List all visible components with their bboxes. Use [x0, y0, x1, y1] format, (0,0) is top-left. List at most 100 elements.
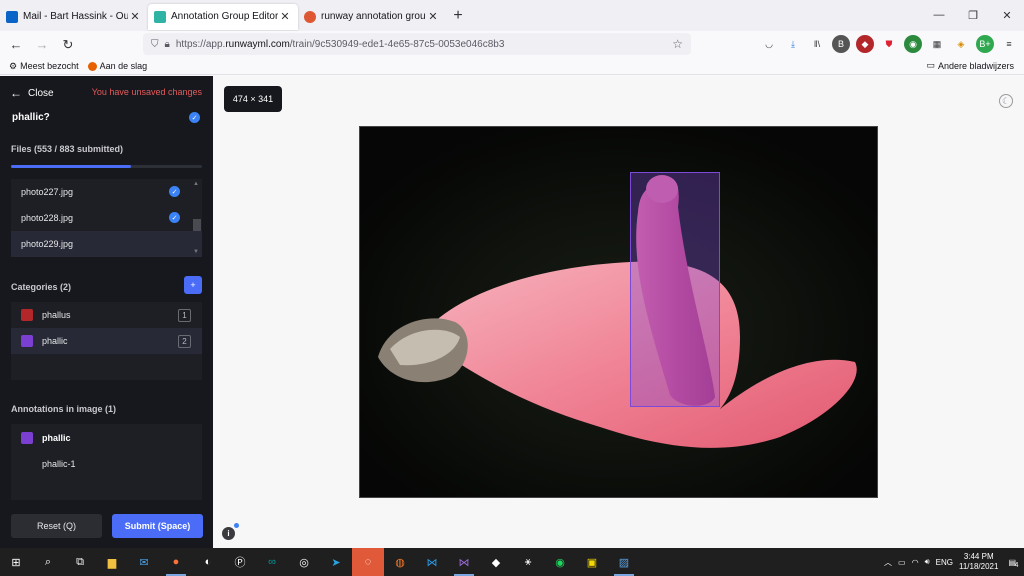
category-item-phallus[interactable]: phallus 1: [11, 302, 202, 328]
tab-title: Mail - Bart Hassink - Outlook: [23, 11, 128, 22]
scroll-up-icon[interactable]: ▲: [193, 181, 199, 187]
url-bar[interactable]: ⛉ 🔒︎ https://app. runwayml.com/train/9c53…: [143, 33, 691, 55]
annotations-heading: Annotations in image (1): [11, 404, 117, 414]
steam-icon[interactable]: ◐: [192, 548, 224, 576]
file-explorer-icon[interactable]: ▆: [96, 548, 128, 576]
file-row[interactable]: photo228.jpg ✓: [11, 205, 202, 231]
file-list-scrollbar[interactable]: ▲ ▼: [191, 179, 202, 257]
category-hotkey: 2: [178, 335, 191, 348]
app-bug-icon[interactable]: ⚹: [512, 548, 544, 576]
download-icon[interactable]: ⤓: [784, 35, 802, 53]
privacy-badger-icon[interactable]: ⛊: [880, 35, 898, 53]
obs-icon[interactable]: ◎: [288, 548, 320, 576]
chevron-up-icon[interactable]: ︿: [884, 557, 892, 568]
category-color-swatch: [21, 309, 33, 321]
restore-icon[interactable]: ❐: [956, 0, 990, 30]
wifi-icon[interactable]: ◠: [912, 558, 919, 567]
shield-icon[interactable]: ⛉: [151, 39, 159, 50]
extension-plus-icon[interactable]: B+: [976, 35, 994, 53]
forward-arrow-icon[interactable]: →: [29, 37, 55, 52]
bookmark-star-icon[interactable]: ☆: [672, 37, 683, 51]
back-arrow-icon[interactable]: ←: [3, 37, 29, 52]
file-row-selected[interactable]: photo229.jpg: [11, 231, 202, 257]
bookmark-getting-started[interactable]: Aan de slag: [87, 61, 147, 71]
image-dimensions-badge: 474 × 341: [224, 86, 282, 112]
scroll-down-icon[interactable]: ▼: [193, 249, 199, 255]
library-icon[interactable]: ‖\: [808, 35, 826, 53]
volume-icon[interactable]: 🔊︎: [925, 557, 930, 567]
category-item-phallic[interactable]: phallic 2: [11, 328, 202, 354]
mail-icon[interactable]: ✉: [128, 548, 160, 576]
task-view-icon[interactable]: ⧉: [64, 548, 96, 576]
windows-taskbar: ⊞ ⌕ ⧉ ▆ ✉ ● ◐ Ⓟ ∞ ◎ ➤ ◌ ◍ ⋈ ⋈ ◆ ⚹ ◉ ▣ ▨ …: [0, 548, 1024, 576]
categories-heading: Categories (2): [11, 282, 72, 292]
system-tray: ︿ ▭ ◠ 🔊︎ ENG 3:44 PM 11/18/2021 ▤ 4: [884, 548, 1024, 576]
annotation-bounding-box[interactable]: [630, 172, 720, 407]
app-p-icon[interactable]: Ⓟ: [224, 548, 256, 576]
vscode-icon[interactable]: ⋈: [416, 548, 448, 576]
tab-outlook-mail[interactable]: Mail - Bart Hassink - Outlook ✕: [0, 4, 148, 30]
telegram-icon[interactable]: ➤: [320, 548, 352, 576]
reset-button[interactable]: Reset (Q): [11, 514, 102, 538]
anthurium-flower-image: [360, 127, 877, 497]
app-badge-icon[interactable]: ◌: [352, 548, 384, 576]
menu-icon[interactable]: ≡: [1000, 35, 1018, 53]
clock-time: 3:44 PM: [963, 552, 994, 561]
close-icon[interactable]: ✕: [128, 10, 142, 23]
add-category-button[interactable]: +: [184, 276, 202, 294]
photos-icon[interactable]: ▨: [608, 548, 640, 576]
new-tab-button[interactable]: +: [446, 7, 470, 25]
annotation-item[interactable]: phallic-1: [42, 459, 76, 469]
annotation-category[interactable]: phallic: [21, 432, 71, 444]
category-name: phallic: [42, 336, 68, 346]
notification-center-icon[interactable]: ▤ 4: [1008, 558, 1018, 569]
file-list: photo227.jpg ✓ photo228.jpg ✓ photo229.j…: [11, 179, 202, 257]
extension-orange-icon[interactable]: ◈: [952, 35, 970, 53]
unsaved-changes-notice: You have unsaved changes: [91, 87, 202, 97]
category-color-swatch: [21, 432, 33, 444]
pocket-icon[interactable]: ◡: [760, 35, 778, 53]
close-window-icon[interactable]: ✕: [990, 0, 1024, 30]
annotation-sidebar: ← Close You have unsaved changes phallic…: [0, 76, 213, 548]
search-icon[interactable]: ⌕: [32, 548, 64, 576]
folder-icon: ▭: [926, 60, 935, 70]
annotation-category-name: phallic: [42, 433, 71, 443]
scrollbar-thumb[interactable]: [193, 219, 201, 231]
category-name: phallus: [42, 310, 71, 320]
submit-button[interactable]: Submit (Space): [112, 514, 203, 538]
close-icon[interactable]: ✕: [278, 10, 292, 23]
pycharm-icon[interactable]: ▣: [576, 548, 608, 576]
language-indicator[interactable]: ENG: [936, 558, 953, 567]
extension-green-icon[interactable]: ◉: [904, 35, 922, 53]
url-prefix: https://app.: [175, 38, 226, 50]
clock[interactable]: 3:44 PM 11/18/2021: [959, 552, 998, 572]
visual-studio-icon[interactable]: ⋈: [448, 548, 480, 576]
annotation-image[interactable]: [359, 126, 878, 498]
bookmark-label: Meest bezocht: [20, 61, 79, 71]
info-icon[interactable]: i: [222, 527, 235, 540]
close-button[interactable]: ← Close: [10, 86, 54, 100]
arduino-icon[interactable]: ∞: [256, 548, 288, 576]
extension-b-icon[interactable]: B: [832, 35, 850, 53]
minimize-icon[interactable]: —: [922, 0, 956, 30]
outlook-icon: [6, 10, 18, 23]
spotify-icon[interactable]: ◉: [544, 548, 576, 576]
close-icon[interactable]: ✕: [426, 10, 440, 23]
tab-duckduckgo-search[interactable]: runway annotation group at Du ✕: [298, 4, 446, 30]
battery-icon[interactable]: ▭: [898, 558, 906, 567]
moon-icon[interactable]: ☾: [999, 94, 1013, 108]
unity-icon[interactable]: ◆: [480, 548, 512, 576]
file-name: photo227.jpg: [21, 187, 74, 197]
tab-title: runway annotation group at Du: [321, 11, 426, 22]
tab-annotation-editor[interactable]: Annotation Group Editor — ph ✕: [148, 3, 298, 30]
windows-start-icon[interactable]: ⊞: [0, 548, 32, 576]
lock-icon[interactable]: 🔒︎: [165, 39, 170, 50]
ublock-icon[interactable]: ◆: [856, 35, 874, 53]
firefox-icon[interactable]: ●: [160, 548, 192, 576]
blender-icon[interactable]: ◍: [384, 548, 416, 576]
reload-icon[interactable]: ↻: [55, 37, 81, 53]
extension-grid-icon[interactable]: ▦: [928, 35, 946, 53]
file-row[interactable]: photo227.jpg ✓: [11, 179, 202, 205]
bookmark-most-visited[interactable]: ⚙ Meest bezocht: [9, 61, 79, 72]
other-bookmarks[interactable]: ▭ Andere bladwijzers: [926, 60, 1014, 71]
